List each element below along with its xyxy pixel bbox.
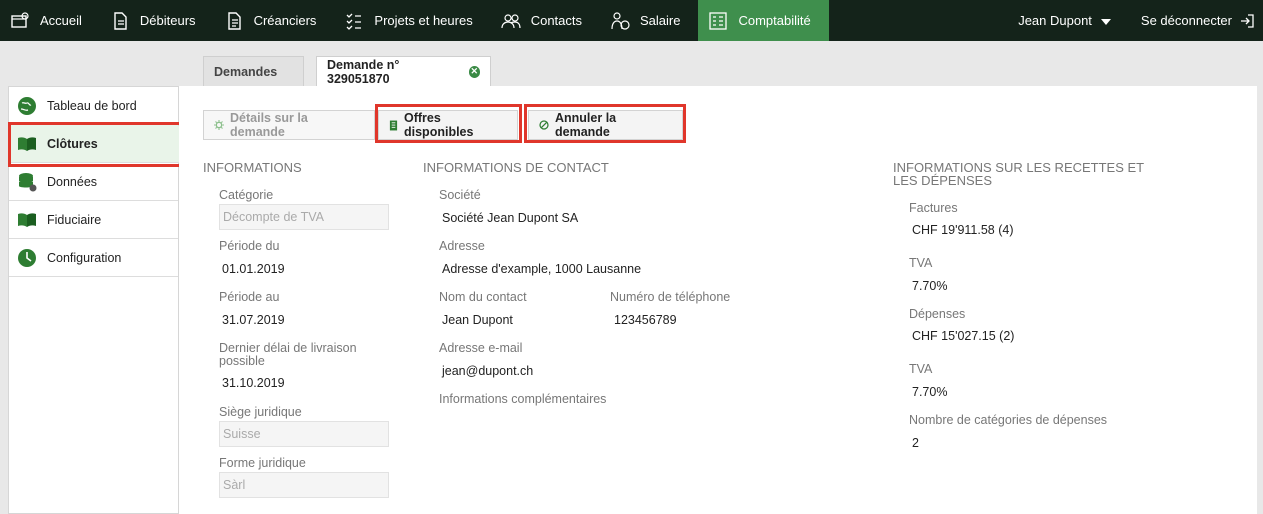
sidebar-item-fiduciaire[interactable]: Fiduciaire	[9, 201, 178, 239]
user-menu[interactable]: Jean Dupont	[1004, 0, 1125, 41]
legal-form-field: Sàrl	[219, 472, 389, 498]
seat-label: Siège juridique	[219, 405, 302, 419]
nav-salaire[interactable]: Salaire	[600, 0, 698, 41]
logout-icon	[1241, 13, 1254, 28]
database-icon	[17, 172, 37, 192]
phone-label: Numéro de téléphone	[610, 290, 731, 304]
section-title-informations: INFORMATIONS	[203, 160, 302, 175]
home-icon	[10, 11, 30, 31]
nav-right: Jean Dupont Se déconnecter	[1004, 0, 1263, 41]
cancel-icon	[539, 120, 549, 130]
email-label: Adresse e-mail	[439, 341, 523, 355]
period-to-label: Période au	[219, 290, 280, 304]
period-from-label: Période du	[219, 239, 280, 253]
expenses-value: CHF 15'027.15 (2)	[912, 329, 1015, 343]
invoices-value: CHF 19'911.58 (4)	[912, 223, 1014, 237]
vat-expenses-value: 7.70%	[912, 385, 948, 399]
sidebar-item-donnees[interactable]: Données	[9, 163, 178, 201]
nav-debiteurs[interactable]: Débiteurs	[100, 0, 214, 41]
tab-demandes[interactable]: Demandes	[203, 56, 304, 86]
details-button[interactable]: Détails sur la demande	[203, 110, 375, 140]
book-icon	[389, 120, 398, 131]
gear-icon	[214, 120, 224, 130]
nav-contacts[interactable]: Contacts	[491, 0, 600, 41]
expense-categories-label: Nombre de catégories de dépenses	[909, 413, 1108, 427]
invoices-label: Factures	[909, 201, 958, 215]
sidebar-item-tableau-de-bord[interactable]: Tableau de bord	[9, 87, 178, 125]
vat-expenses-label: TVA	[909, 362, 933, 376]
tab-demande-detail[interactable]: Demande n° 329051870 ✕	[316, 56, 491, 86]
cancel-request-button[interactable]: Annuler la demande	[528, 110, 683, 140]
period-from-value: 01.01.2019	[222, 262, 285, 276]
book-icon	[17, 134, 37, 154]
category-field: Décompte de TVA	[219, 204, 389, 230]
logout-button[interactable]: Se déconnecter	[1125, 0, 1263, 41]
section-title-contact: INFORMATIONS DE CONTACT	[423, 160, 609, 175]
address-value: Adresse d'example, 1000 Lausanne	[442, 262, 642, 276]
nav-comptabilite[interactable]: Comptabilité	[698, 0, 829, 41]
legal-form-label: Forme juridique	[219, 456, 306, 470]
user-name: Jean Dupont	[1018, 13, 1092, 28]
address-label: Adresse	[439, 239, 485, 253]
phone-value: 123456789	[614, 313, 677, 327]
contact-name-label: Nom du contact	[439, 290, 527, 304]
expense-categories-value: 2	[912, 436, 919, 450]
nav-accueil[interactable]: Accueil	[0, 0, 100, 41]
vat-invoices-value: 7.70%	[912, 279, 948, 293]
top-nav: Accueil Débiteurs Créanciers Projets et …	[0, 0, 1263, 41]
nav-creanciers[interactable]: Créanciers	[214, 0, 335, 41]
book-icon	[17, 210, 37, 230]
chevron-down-icon	[1100, 18, 1111, 25]
section-title-finance: INFORMATIONS SUR LES RECETTES ET LES DÉP…	[893, 160, 1144, 188]
ledger-icon	[708, 11, 728, 31]
document-icon	[110, 11, 130, 31]
nav-projets[interactable]: Projets et heures	[334, 0, 490, 41]
document-icon	[224, 11, 244, 31]
company-value: Société Jean Dupont SA	[442, 211, 579, 225]
vat-invoices-label: TVA	[909, 256, 933, 270]
contact-name-value: Jean Dupont	[442, 313, 513, 327]
company-label: Société	[439, 188, 481, 202]
offers-button[interactable]: Offres disponibles	[378, 110, 518, 140]
clock-icon	[17, 248, 37, 268]
checklist-icon	[344, 11, 364, 31]
sidebar-item-clotures[interactable]: Clôtures	[9, 125, 192, 163]
close-icon[interactable]: ✕	[468, 65, 480, 78]
people-icon	[501, 11, 521, 31]
salary-icon	[610, 11, 630, 31]
period-to-value: 31.07.2019	[222, 313, 285, 327]
category-label: Catégorie	[219, 188, 274, 202]
deadline-value: 31.10.2019	[222, 376, 285, 390]
sidebar-item-configuration[interactable]: Configuration	[9, 239, 178, 277]
deadline-label: Dernier délai de livraison possible	[219, 341, 357, 368]
globe-icon	[17, 96, 37, 116]
sidebar: Tableau de bord Clôtures Données Fiducia…	[8, 86, 192, 514]
email-value: jean@dupont.ch	[442, 364, 534, 378]
expenses-label: Dépenses	[909, 307, 966, 321]
seat-field: Suisse	[219, 421, 389, 447]
extra-info-label: Informations complémentaires	[439, 392, 607, 406]
